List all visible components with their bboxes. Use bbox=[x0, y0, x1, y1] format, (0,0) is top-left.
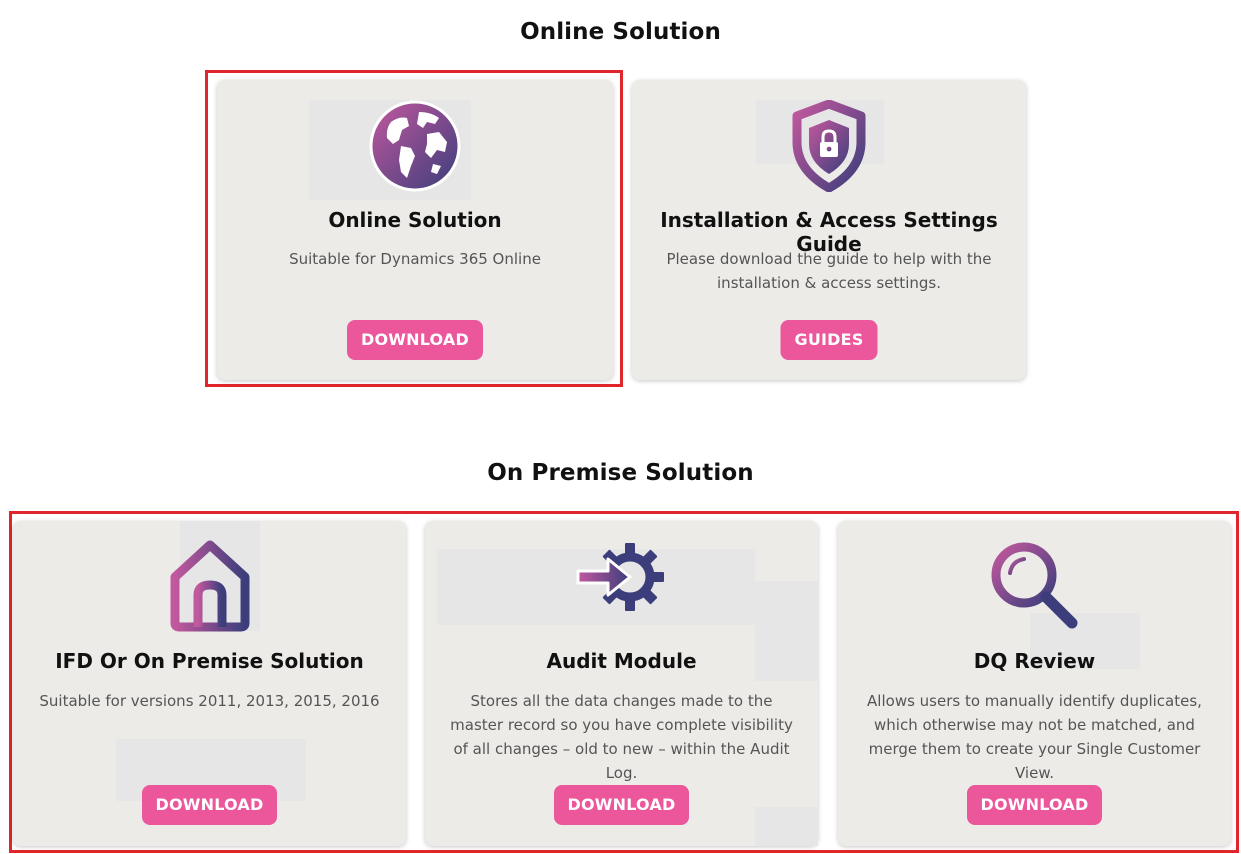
card-title: IFD Or On Premise Solution bbox=[55, 649, 364, 673]
download-button[interactable]: DOWNLOAD bbox=[347, 320, 483, 360]
magnifier-icon bbox=[991, 542, 1077, 629]
download-button[interactable]: DOWNLOAD bbox=[553, 785, 690, 825]
card-ifd-solution: IFD Or On Premise Solution Suitable for … bbox=[13, 521, 406, 846]
card-dq-review: DQ Review Allows users to manually ident… bbox=[838, 521, 1231, 846]
section-title-onprem: On Premise Solution bbox=[487, 460, 754, 486]
shield-lock-icon bbox=[792, 100, 866, 192]
button-placeholder bbox=[755, 807, 818, 846]
card-description: Stores all the data changes made to the … bbox=[450, 692, 793, 782]
card-audit-module: Audit Module Stores all the data changes… bbox=[425, 521, 818, 846]
card-description: Please download the guide to help with t… bbox=[666, 250, 992, 292]
card-online-solution: Online Solution Suitable for Dynamics 36… bbox=[217, 80, 613, 380]
card-description: Suitable for Dynamics 365 Online bbox=[289, 250, 541, 268]
download-button[interactable]: DOWNLOAD bbox=[141, 785, 278, 825]
card-title: Audit Module bbox=[546, 649, 697, 673]
home-icon bbox=[170, 540, 249, 632]
card-title: Online Solution bbox=[328, 208, 502, 232]
card-installation-guide: Installation & Access Settings Guide Ple… bbox=[632, 80, 1026, 380]
card-title: DQ Review bbox=[973, 649, 1096, 673]
guides-button[interactable]: GUIDES bbox=[780, 320, 878, 360]
globe-icon bbox=[369, 100, 461, 192]
card-description: Allows users to manually identify duplic… bbox=[867, 692, 1202, 782]
arrow-gear-icon bbox=[576, 543, 664, 611]
card-description: Suitable for versions 2011, 2013, 2015, … bbox=[39, 692, 380, 710]
download-button[interactable]: DOWNLOAD bbox=[966, 785, 1103, 825]
section-title-online: Online Solution bbox=[520, 19, 721, 45]
